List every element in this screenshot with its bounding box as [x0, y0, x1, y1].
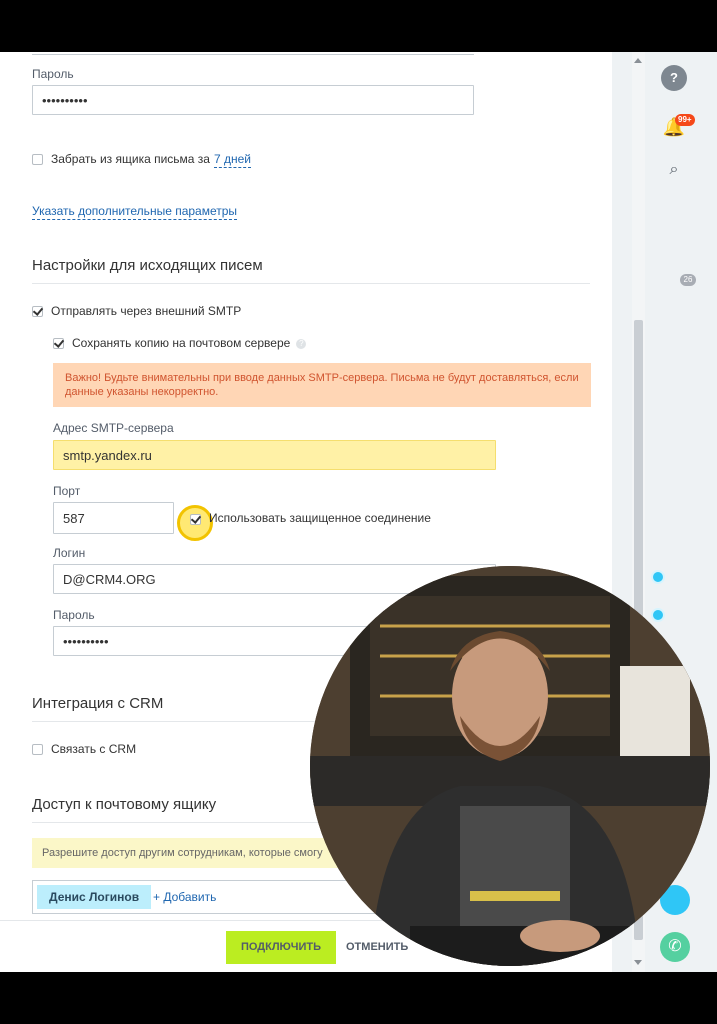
scroll-up-arrow-icon[interactable] — [634, 58, 642, 63]
smtp-server-field[interactable]: smtp.yandex.ru — [53, 440, 496, 470]
port-field[interactable]: 587 — [53, 502, 174, 534]
secure-connection-checkbox[interactable] — [190, 514, 201, 525]
user-tag[interactable]: Денис Логинов — [37, 885, 152, 909]
smtp-checkbox[interactable] — [32, 306, 43, 317]
connect-button[interactable]: ПОДКЛЮЧИТЬ — [226, 931, 336, 964]
webcam-overlay — [310, 566, 710, 966]
fetch-mail-label: Забрать из ящика письма за — [51, 152, 210, 166]
previous-field-edge — [32, 52, 474, 55]
phone-icon[interactable]: ✆ — [660, 932, 690, 962]
crm-link-label: Связать с CRM — [51, 742, 137, 756]
cancel-button[interactable]: ОТМЕНИТЬ — [346, 931, 408, 964]
add-user-button[interactable]: + Добавить — [153, 881, 216, 913]
help-icon[interactable]: ? — [661, 65, 687, 91]
inbox-password-field[interactable]: •••••••••• — [32, 85, 474, 115]
save-copy-label: Сохранять копию на почтовом сервере? — [72, 336, 307, 350]
login-label: Логин — [53, 546, 86, 560]
counter-badge: 26 — [680, 274, 696, 286]
secure-connection-label: Использовать защищенное соединение — [209, 511, 431, 525]
inbox-password-label: Пароль — [32, 67, 74, 81]
scroll-down-arrow-icon[interactable] — [634, 960, 642, 965]
online-dot-icon[interactable] — [651, 570, 665, 584]
port-label: Порт — [53, 484, 81, 498]
outgoing-section-title: Настройки для исходящих писем — [32, 257, 263, 274]
save-copy-checkbox[interactable] — [53, 338, 64, 349]
smtp-warning: Важно! Будьте внимательны при вводе данн… — [53, 363, 591, 407]
webcam-presenter-image — [310, 566, 710, 966]
smtp-password-label: Пароль — [53, 608, 95, 622]
notifications-badge: 99+ — [675, 114, 695, 126]
search-icon[interactable]: ⌕ — [661, 157, 687, 183]
online-dot-icon[interactable] — [651, 608, 665, 622]
outgoing-divider — [32, 283, 590, 284]
help-question-icon[interactable]: ? — [296, 339, 307, 349]
fetch-period-dropdown[interactable]: 7 дней — [214, 152, 252, 168]
advanced-params-link[interactable]: Указать дополнительные параметры — [32, 204, 238, 220]
smtp-server-label: Адрес SMTP-сервера — [53, 421, 174, 435]
smtp-checkbox-label: Отправлять через внешний SMTP — [51, 304, 242, 318]
crm-section-title: Интеграция с CRM — [32, 695, 164, 712]
crm-link-checkbox[interactable] — [32, 744, 43, 755]
fetch-mail-checkbox[interactable] — [32, 154, 43, 165]
access-section-title: Доступ к почтовому ящику — [32, 796, 217, 813]
